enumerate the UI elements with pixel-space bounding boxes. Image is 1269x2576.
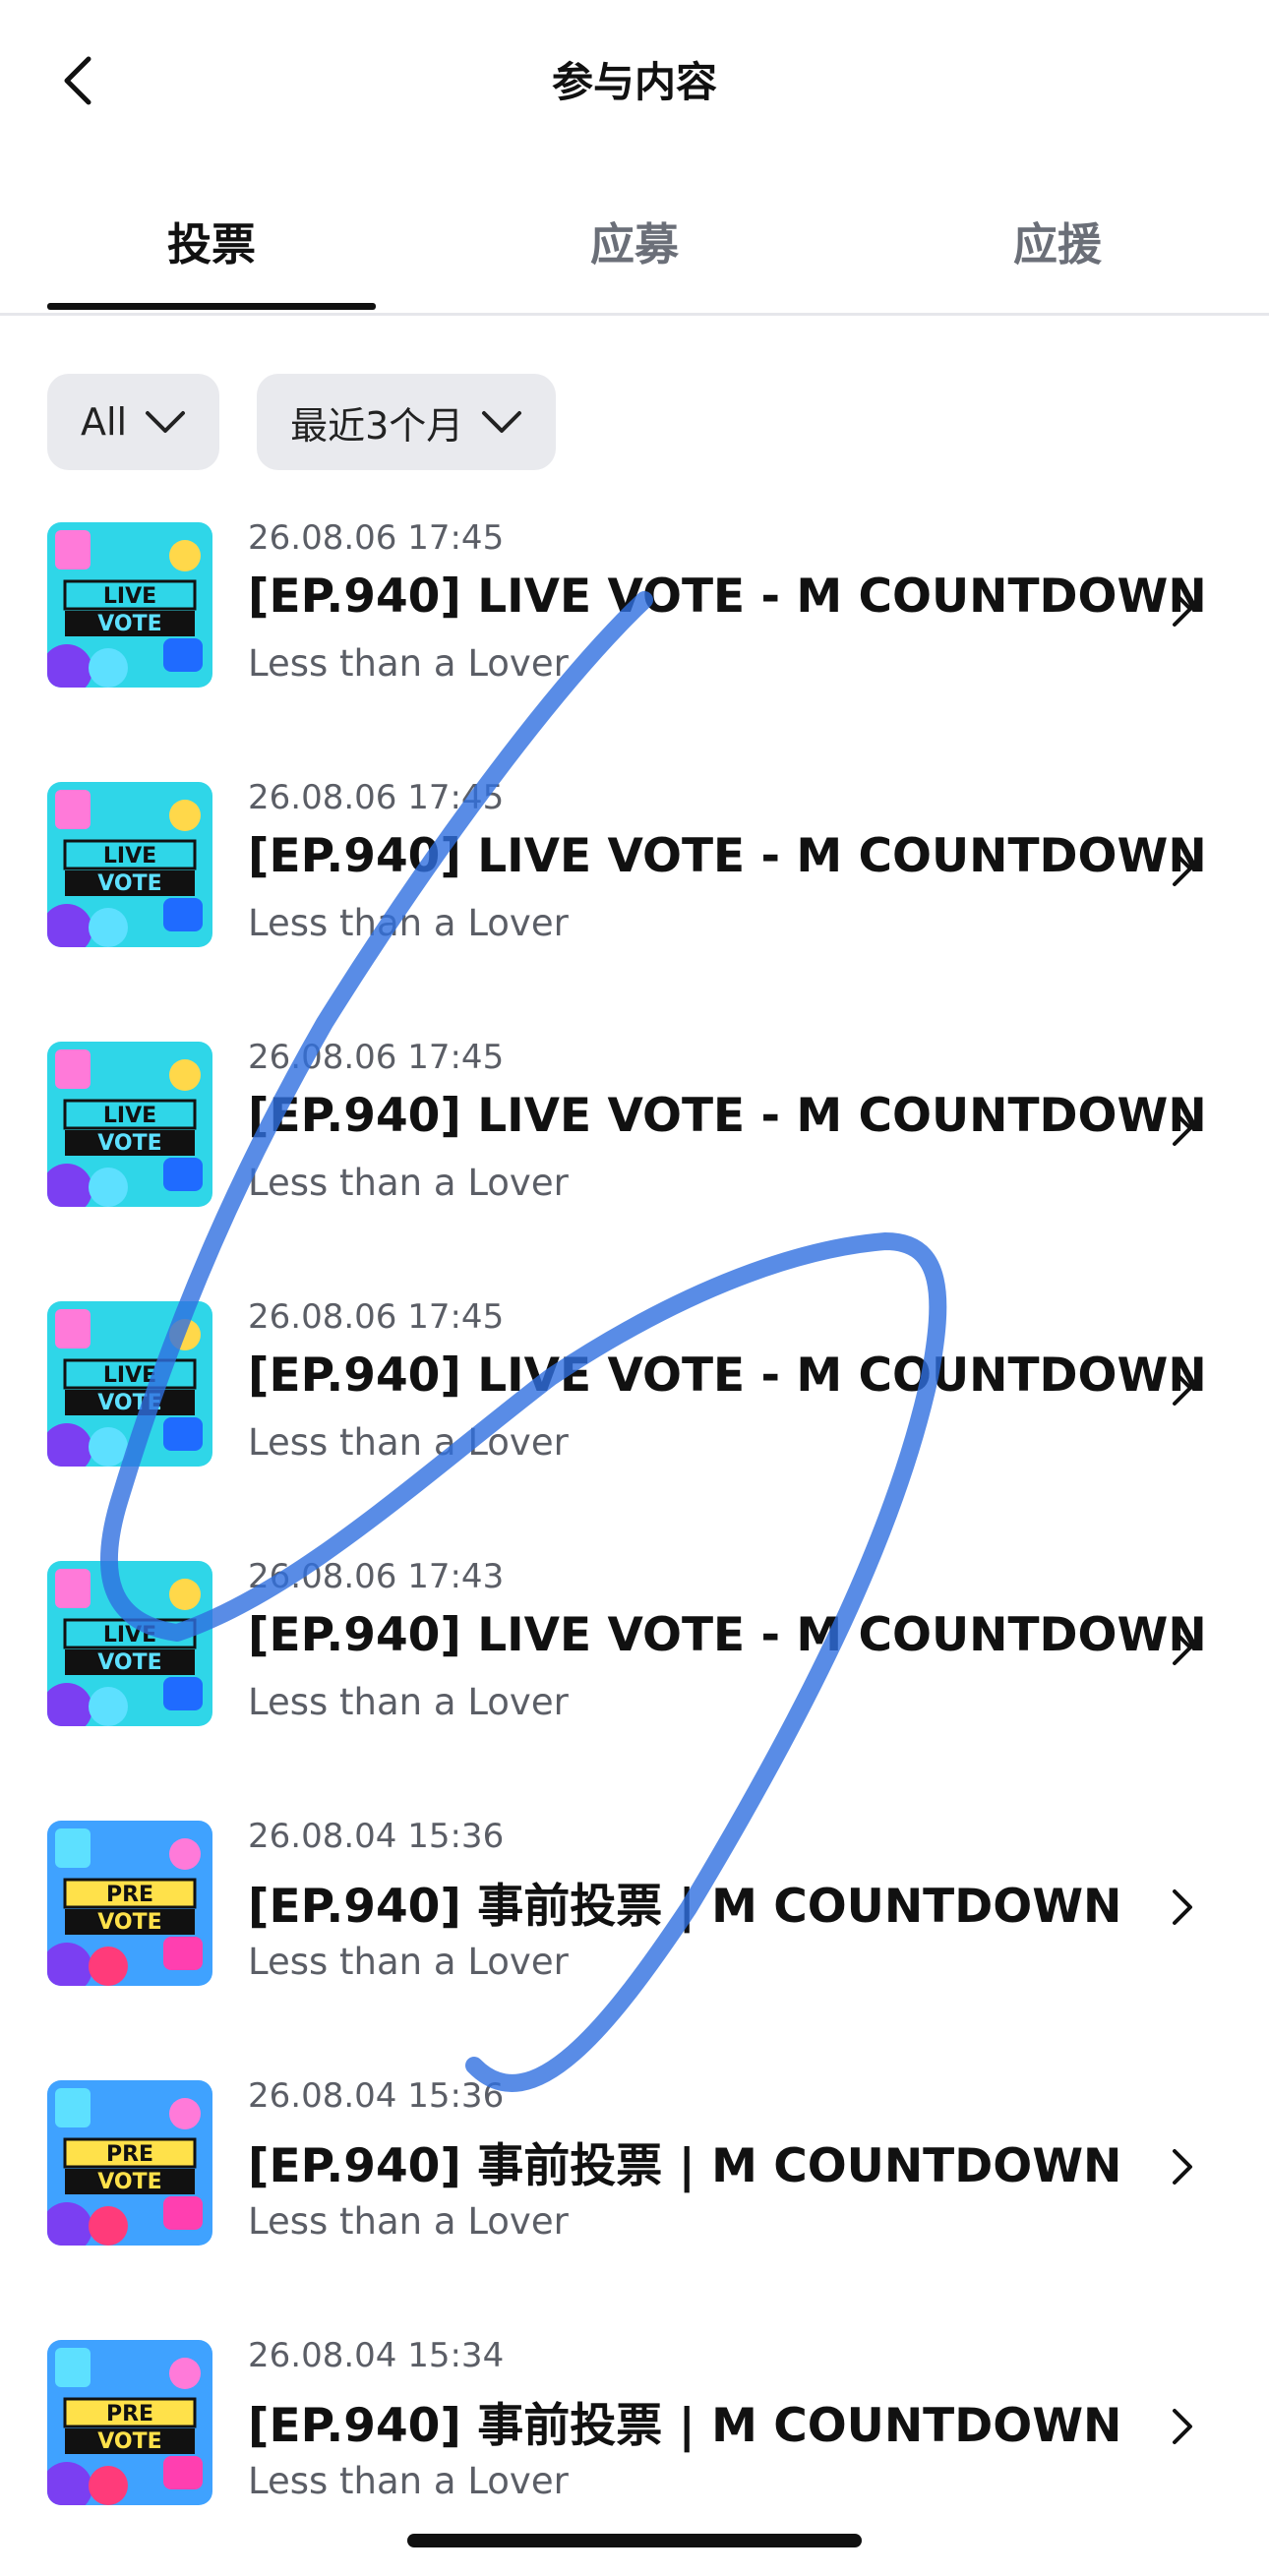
svg-text:VOTE: VOTE [97, 2429, 161, 2454]
chevron-down-icon [482, 411, 522, 433]
svg-text:VOTE: VOTE [97, 612, 161, 636]
item-title: [EP.940] LIVE VOTE - M COUNTDOWN [248, 569, 1207, 624]
svg-text:PRE: PRE [106, 1883, 153, 1907]
item-timestamp: 26.08.06 17:45 [248, 518, 505, 558]
item-timestamp: 26.08.04 15:34 [248, 2336, 505, 2375]
chevron-right-icon [1173, 1630, 1192, 1665]
svg-text:VOTE: VOTE [97, 1910, 161, 1935]
item-title: [EP.940] LIVE VOTE - M COUNTDOWN [248, 1089, 1207, 1143]
item-title: [EP.940] LIVE VOTE - M COUNTDOWN [248, 1348, 1207, 1403]
item-title: [EP.940] 事前投票 | M COUNTDOWN [248, 2399, 1122, 2453]
period-filter[interactable]: 最近3个月 [257, 374, 557, 470]
chevron-right-icon [1173, 851, 1192, 886]
item-subtitle: Less than a Lover [248, 1421, 569, 1464]
svg-text:VOTE: VOTE [97, 1391, 161, 1415]
live-vote-thumbnail: LIVE VOTE [47, 522, 212, 688]
chevron-right-icon [1173, 591, 1192, 627]
period-filter-label: 最近3个月 [290, 403, 464, 448]
svg-text:LIVE: LIVE [103, 1104, 156, 1128]
live-vote-thumbnail: LIVE VOTE [47, 1042, 212, 1207]
item-timestamp: 26.08.04 15:36 [248, 2076, 505, 2116]
list-item[interactable]: LIVE VOTE 26.08.06 17:45 [EP.940] LIVE V… [0, 1276, 1269, 1535]
category-filter[interactable]: All [47, 374, 220, 470]
item-timestamp: 26.08.06 17:45 [248, 1038, 505, 1077]
svg-text:VOTE: VOTE [97, 1131, 161, 1156]
tab-bar: 投票 应募 应援 [0, 167, 1269, 316]
vote-list: LIVE VOTE 26.08.06 17:45 [EP.940] LIVE V… [0, 497, 1269, 2574]
item-title: [EP.940] 事前投票 | M COUNTDOWN [248, 1880, 1122, 1934]
category-filter-label: All [81, 400, 128, 444]
item-subtitle: Less than a Lover [248, 2460, 569, 2502]
pre-vote-thumbnail: PRE VOTE [47, 2340, 212, 2505]
pre-vote-thumbnail: PRE VOTE [47, 2080, 212, 2246]
svg-text:VOTE: VOTE [97, 1650, 161, 1675]
chevron-right-icon [1173, 1889, 1192, 1925]
item-timestamp: 26.08.04 15:36 [248, 1817, 505, 1856]
chevron-down-icon [146, 411, 186, 433]
item-subtitle: Less than a Lover [248, 1681, 569, 1723]
tab-apply[interactable]: 应募 [470, 167, 799, 313]
list-item[interactable]: PRE VOTE 26.08.04 15:36 [EP.940] 事前投票 | … [0, 2055, 1269, 2314]
header: 参与内容 [0, 0, 1269, 167]
chevron-right-icon [1173, 2149, 1192, 2185]
chevron-right-icon [1173, 1110, 1192, 1146]
list-item[interactable]: PRE VOTE 26.08.04 15:36 [EP.940] 事前投票 | … [0, 1795, 1269, 2055]
chevron-right-icon [1173, 1370, 1192, 1406]
svg-text:PRE: PRE [106, 2142, 153, 2167]
item-timestamp: 26.08.06 17:45 [248, 778, 505, 817]
item-subtitle: Less than a Lover [248, 1941, 569, 1983]
active-tab-indicator [47, 303, 376, 310]
svg-text:LIVE: LIVE [103, 584, 156, 609]
chevron-right-icon [1173, 2409, 1192, 2444]
live-vote-thumbnail: LIVE VOTE [47, 782, 212, 947]
tab-support[interactable]: 应援 [893, 167, 1222, 313]
list-item[interactable]: LIVE VOTE 26.08.06 17:45 [EP.940] LIVE V… [0, 1016, 1269, 1276]
svg-text:LIVE: LIVE [103, 844, 156, 869]
svg-text:LIVE: LIVE [103, 1623, 156, 1647]
home-indicator [407, 2534, 862, 2547]
svg-text:LIVE: LIVE [103, 1363, 156, 1388]
item-title: [EP.940] LIVE VOTE - M COUNTDOWN [248, 1608, 1207, 1662]
list-item[interactable]: LIVE VOTE 26.08.06 17:43 [EP.940] LIVE V… [0, 1535, 1269, 1795]
item-subtitle: Less than a Lover [248, 2200, 569, 2243]
live-vote-thumbnail: LIVE VOTE [47, 1301, 212, 1467]
list-item[interactable]: LIVE VOTE 26.08.06 17:45 [EP.940] LIVE V… [0, 756, 1269, 1016]
item-subtitle: Less than a Lover [248, 642, 569, 685]
svg-text:VOTE: VOTE [97, 871, 161, 896]
item-title: [EP.940] 事前投票 | M COUNTDOWN [248, 2139, 1122, 2193]
item-title: [EP.940] LIVE VOTE - M COUNTDOWN [248, 829, 1207, 883]
live-vote-thumbnail: LIVE VOTE [47, 1561, 212, 1726]
pre-vote-thumbnail: PRE VOTE [47, 1821, 212, 1986]
svg-text:VOTE: VOTE [97, 2170, 161, 2194]
item-subtitle: Less than a Lover [248, 902, 569, 944]
filter-bar: All 最近3个月 [47, 374, 557, 470]
svg-text:PRE: PRE [106, 2402, 153, 2426]
page-title: 参与内容 [551, 58, 717, 106]
list-item[interactable]: LIVE VOTE 26.08.06 17:45 [EP.940] LIVE V… [0, 497, 1269, 756]
item-subtitle: Less than a Lover [248, 1162, 569, 1204]
item-timestamp: 26.08.06 17:43 [248, 1557, 505, 1596]
tab-vote[interactable]: 投票 [47, 167, 376, 313]
item-timestamp: 26.08.06 17:45 [248, 1297, 505, 1337]
